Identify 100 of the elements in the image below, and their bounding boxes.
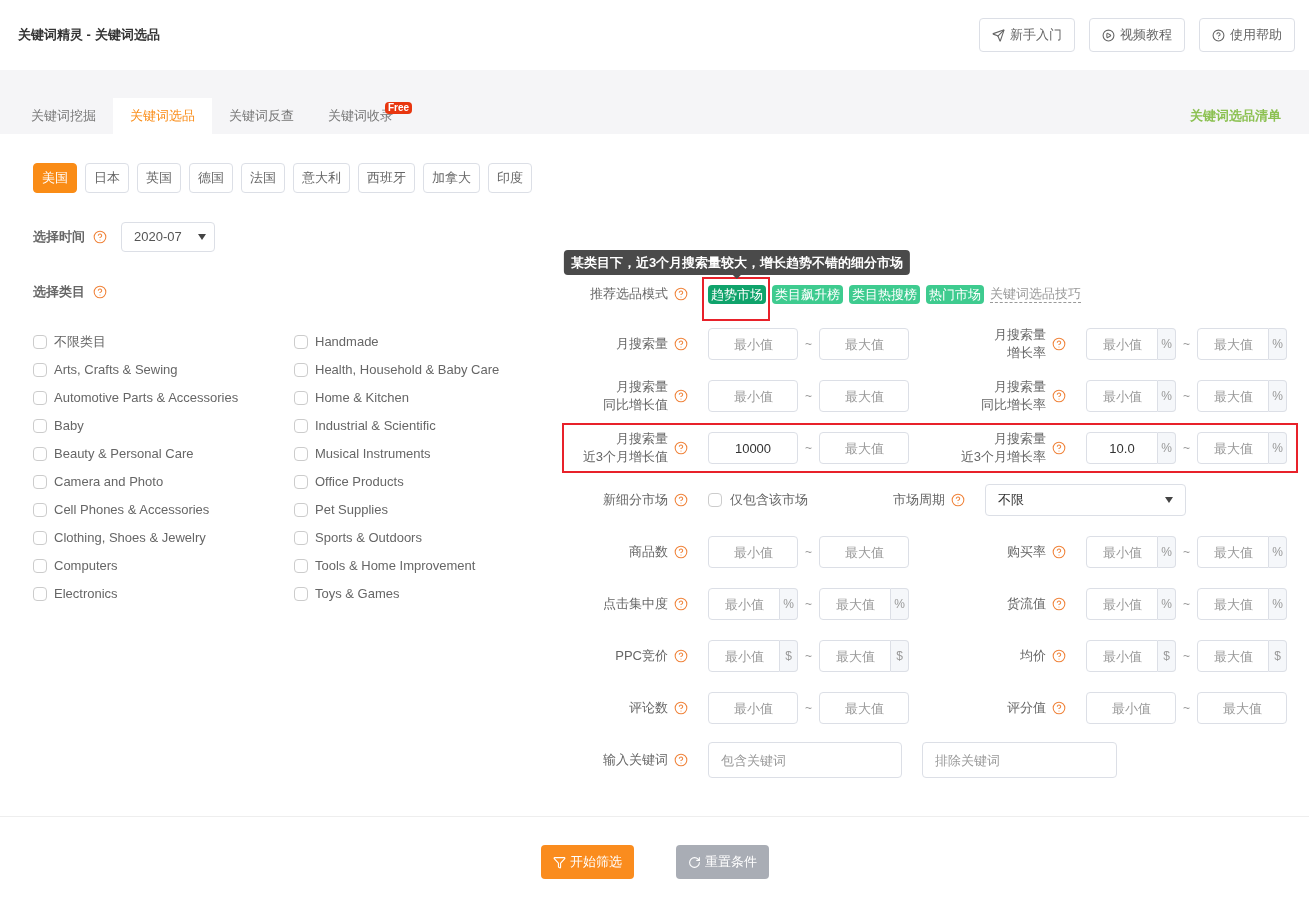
category-label[interactable]: Automotive Parts & Accessories [54, 387, 239, 408]
help-icon[interactable] [674, 441, 688, 455]
help-icon[interactable] [674, 597, 688, 611]
category-label[interactable]: Toys & Games [315, 583, 400, 604]
country-button[interactable]: 印度 [488, 163, 532, 193]
category-label[interactable]: Baby [54, 415, 84, 436]
input-field[interactable]: 最小值 [1086, 328, 1158, 360]
checkbox[interactable] [294, 530, 308, 545]
category-label[interactable]: Beauty & Personal Care [54, 443, 194, 464]
category-label[interactable]: Clothing, Shoes & Jewelry [54, 527, 206, 548]
input-field[interactable]: 最小值 [708, 640, 780, 672]
checkbox[interactable] [294, 502, 308, 517]
checkbox[interactable] [33, 502, 47, 517]
checkbox[interactable] [33, 390, 47, 405]
header-button[interactable]: 使用帮助 [1199, 18, 1295, 52]
checkbox[interactable] [33, 586, 47, 601]
input-field[interactable]: 最大值 [1197, 536, 1269, 568]
input-field[interactable]: 最小值 [708, 328, 798, 360]
input-field[interactable]: 最大值 [1197, 692, 1287, 724]
category-label[interactable]: Electronics [54, 583, 118, 604]
category-label[interactable]: Tools & Home Improvement [315, 555, 476, 576]
help-icon[interactable] [674, 287, 688, 301]
input-field[interactable]: 最小值 [1086, 588, 1158, 620]
input-field[interactable]: 最大值 [819, 692, 909, 724]
help-icon[interactable] [1052, 649, 1066, 663]
input-field[interactable]: 最小值 [708, 536, 798, 568]
mode-tag[interactable]: 趋势市场 [708, 285, 766, 304]
help-icon[interactable] [1052, 389, 1066, 403]
help-icon[interactable] [93, 284, 107, 299]
input-field[interactable]: 最大值 [1197, 380, 1269, 412]
checkbox[interactable] [294, 586, 308, 601]
country-button[interactable]: 德国 [189, 163, 233, 193]
input-field[interactable]: 10000 [708, 432, 798, 464]
help-icon[interactable] [1052, 337, 1066, 351]
category-label[interactable]: Arts, Crafts & Sewing [54, 359, 178, 380]
input-field[interactable]: 最大值 [1197, 588, 1269, 620]
help-icon[interactable] [674, 545, 688, 559]
input-field[interactable]: 10.0 [1086, 432, 1158, 464]
input-field[interactable]: 最大值 [819, 588, 891, 620]
input-field[interactable]: 最小值 [1086, 640, 1158, 672]
checkbox[interactable] [294, 446, 308, 461]
header-button[interactable]: 新手入门 [979, 18, 1075, 52]
help-icon[interactable] [1052, 701, 1066, 715]
help-icon[interactable] [951, 493, 965, 507]
category-label[interactable]: Musical Instruments [315, 443, 431, 464]
checkbox[interactable] [708, 493, 722, 507]
checkbox[interactable] [294, 558, 308, 573]
exclude-keyword-field[interactable]: 排除关键词 [922, 742, 1117, 778]
input-field[interactable]: 最小值 [708, 692, 798, 724]
country-button[interactable]: 意大利 [293, 163, 350, 193]
category-label[interactable]: 不限类目 [54, 331, 106, 352]
country-button[interactable]: 日本 [85, 163, 129, 193]
input-field[interactable]: 最小值 [1086, 380, 1158, 412]
help-icon[interactable] [674, 701, 688, 715]
checkbox[interactable] [294, 334, 308, 349]
input-field[interactable]: 最大值 [819, 380, 909, 412]
tab[interactable]: 关键词反查 [212, 98, 311, 134]
category-label[interactable]: Pet Supplies [315, 499, 388, 520]
checkbox-label[interactable]: 仅包含该市场 [730, 490, 808, 510]
checkbox[interactable] [294, 390, 308, 405]
help-icon[interactable] [674, 753, 688, 767]
country-button[interactable]: 西班牙 [358, 163, 415, 193]
checkbox[interactable] [33, 474, 47, 489]
header-button[interactable]: 视频教程 [1089, 18, 1185, 52]
checkbox[interactable] [294, 418, 308, 433]
input-field[interactable]: 最小值 [708, 380, 798, 412]
category-label[interactable]: Sports & Outdoors [315, 527, 422, 548]
category-label[interactable]: Home & Kitchen [315, 387, 409, 408]
input-field[interactable]: 最大值 [819, 536, 909, 568]
input-field[interactable]: 最大值 [1197, 640, 1269, 672]
checkbox[interactable] [33, 558, 47, 573]
category-label[interactable]: Health, Household & Baby Care [315, 359, 500, 380]
country-button[interactable]: 加拿大 [423, 163, 480, 193]
category-label[interactable]: Office Products [315, 471, 404, 492]
checkbox[interactable] [33, 418, 47, 433]
checkbox[interactable] [33, 446, 47, 461]
month-select[interactable]: 2020-07 [121, 222, 215, 252]
checkbox[interactable] [294, 474, 308, 489]
checkbox[interactable] [33, 530, 47, 545]
category-label[interactable]: Computers [54, 555, 118, 576]
include-keyword-field[interactable]: 包含关键词 [708, 742, 902, 778]
input-field[interactable]: 最大值 [819, 640, 891, 672]
category-label[interactable]: Cell Phones & Accessories [54, 499, 210, 520]
country-button[interactable]: 英国 [137, 163, 181, 193]
checkbox[interactable] [33, 334, 47, 349]
market-cycle-select[interactable]: 不限 [985, 484, 1186, 516]
help-icon[interactable] [674, 493, 688, 507]
checkbox[interactable] [33, 362, 47, 377]
category-label[interactable]: Industrial & Scientific [315, 415, 436, 436]
help-icon[interactable] [1052, 441, 1066, 455]
input-field[interactable]: 最大值 [819, 432, 909, 464]
help-icon[interactable] [1052, 597, 1066, 611]
country-button[interactable]: 法国 [241, 163, 285, 193]
tab[interactable]: 关键词挖掘 [14, 98, 113, 134]
help-icon[interactable] [674, 389, 688, 403]
input-field[interactable]: 最小值 [708, 588, 780, 620]
help-icon[interactable] [93, 230, 107, 244]
category-label[interactable]: Handmade [315, 331, 379, 352]
help-icon[interactable] [674, 649, 688, 663]
input-field[interactable]: 最小值 [1086, 692, 1176, 724]
